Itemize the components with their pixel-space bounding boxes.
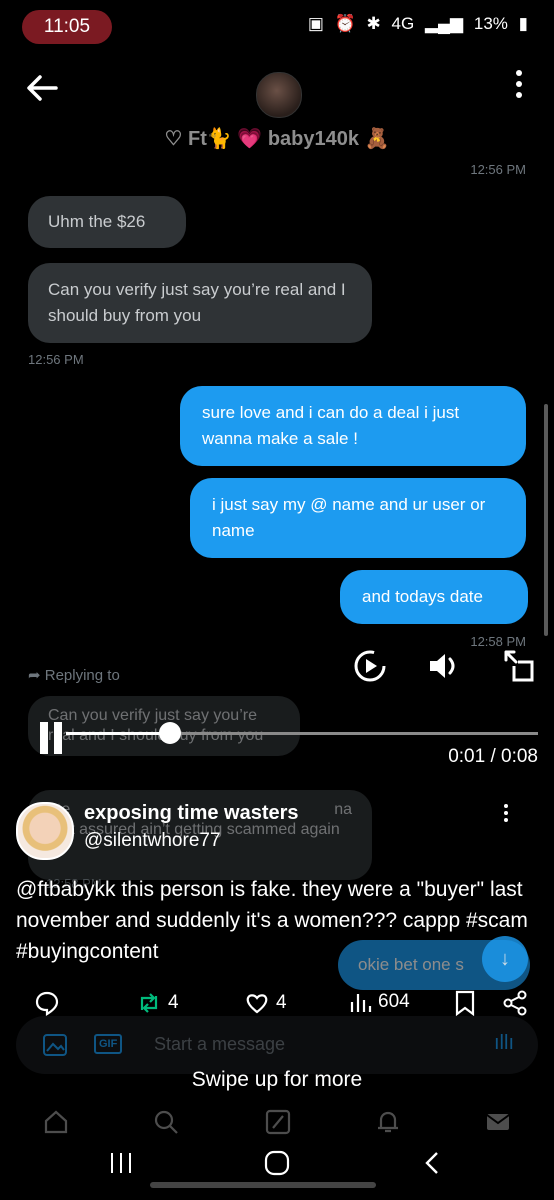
battery-label: 13% [473, 14, 508, 33]
contact-avatar[interactable] [256, 72, 302, 118]
network-label: 4G [391, 14, 415, 33]
views-chart-icon [350, 994, 372, 1012]
reply-button[interactable] [34, 990, 60, 1016]
recents-icon[interactable] [108, 1150, 134, 1181]
like-count: 4 [276, 992, 287, 1013]
gif-icon[interactable]: GIF [94, 1034, 123, 1054]
bottom-tab-bar [0, 1100, 554, 1144]
message-outgoing[interactable]: i just say my @ name and ur user or name [190, 478, 526, 558]
views-count: 604 [378, 991, 410, 1012]
swipe-up-hint: Swipe up for more [191, 1068, 363, 1091]
back-button[interactable] [22, 68, 62, 108]
battery-icon: ▮ [518, 14, 528, 33]
voice-icon[interactable]: ıllı [494, 1032, 514, 1055]
video-seek-progress [66, 732, 170, 735]
home-icon[interactable] [42, 1108, 70, 1141]
post-actions: 4 4 604 [0, 990, 554, 1022]
author-name[interactable]: exposing time wasters [84, 802, 299, 825]
like-button[interactable]: 4 [244, 990, 287, 1016]
message-incoming[interactable]: Uhm the $26 [28, 196, 186, 248]
repost-count: 4 [168, 992, 179, 1013]
message-outgoing[interactable]: and todays date [340, 570, 528, 624]
heart-icon [246, 994, 268, 1014]
author-handle[interactable]: @silentwhore77 [84, 830, 221, 852]
notifications-icon[interactable] [374, 1108, 402, 1141]
volume-icon [430, 654, 455, 678]
post-text: @ftbabykk this person is fake. they were… [16, 878, 528, 963]
search-icon[interactable] [152, 1108, 180, 1141]
pause-button[interactable] [40, 722, 68, 754]
status-icons: ▣ ⏰ ✱ 4G ▂▄▆ 13% ▮ [302, 14, 528, 34]
repost-icon [140, 993, 158, 1013]
repost-button[interactable]: 4 [136, 990, 179, 1016]
share-button[interactable] [502, 990, 528, 1016]
expand-icon [504, 650, 534, 682]
video-seek-thumb[interactable] [158, 722, 181, 744]
bluetooth-icon: ✱ [366, 14, 381, 33]
post-more-button[interactable] [504, 804, 508, 825]
contact-name[interactable]: ♡ Ft🐈 💗 baby140k 🧸 [0, 126, 554, 151]
alarm-icon: ⏰ [334, 14, 356, 33]
author-avatar[interactable] [16, 802, 74, 860]
replying-to-label: ➦ Replying to [28, 667, 120, 684]
views-button[interactable]: 604 [348, 990, 410, 1014]
composer-placeholder: Start a message [154, 1034, 286, 1054]
home-nav-icon[interactable] [264, 1150, 290, 1181]
timestamp: 12:58 PM [470, 634, 526, 649]
bookmark-button[interactable] [454, 990, 476, 1016]
bookmark-icon [455, 990, 475, 1016]
reply-arrow-icon: ➦ [28, 667, 45, 684]
gesture-pill[interactable] [150, 1182, 376, 1188]
message-composer[interactable]: GIF Start a message ıllı [16, 1016, 538, 1074]
pause-icon [40, 722, 68, 758]
image-icon[interactable] [42, 1032, 68, 1063]
message-outgoing[interactable]: sure love and i can do a deal i just wan… [180, 386, 526, 466]
fullscreen-button[interactable] [500, 648, 536, 689]
more-options-button[interactable] [514, 70, 524, 103]
signal-icon: ▂▄▆ [424, 14, 464, 33]
share-icon [503, 990, 527, 1016]
status-bar: 11:05 ▣ ⏰ ✱ 4G ▂▄▆ 13% ▮ [0, 0, 554, 52]
status-time: 11:05 [22, 10, 112, 44]
replay-button[interactable] [352, 648, 388, 689]
timestamp: 12:56 PM [28, 352, 84, 367]
lock-icon: ▣ [307, 14, 324, 33]
video-time: 0:01 / 0:08 [448, 746, 538, 767]
volume-button[interactable] [426, 648, 462, 689]
message-incoming[interactable]: Can you verify just say you’re real and … [28, 263, 372, 343]
back-arrow-icon [27, 75, 58, 101]
replay-icon [354, 650, 386, 682]
system-nav-bar [0, 1140, 554, 1200]
back-nav-icon[interactable] [420, 1150, 446, 1181]
grok-icon[interactable] [264, 1108, 292, 1141]
timestamp: 12:56 PM [470, 162, 526, 177]
comment-icon [35, 991, 59, 1016]
scrollbar[interactable] [544, 404, 548, 636]
messages-icon[interactable] [484, 1108, 512, 1141]
